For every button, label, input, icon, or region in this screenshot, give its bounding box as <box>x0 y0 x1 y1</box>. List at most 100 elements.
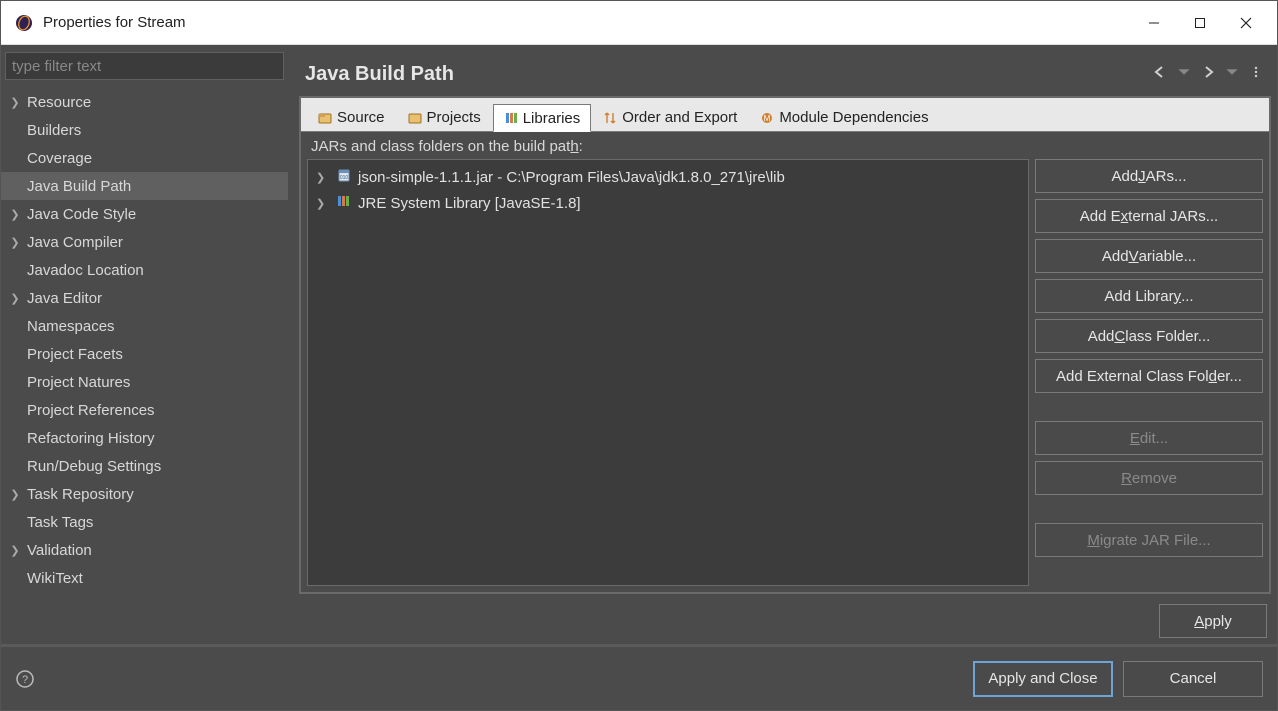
window-title: Properties for Stream <box>43 14 1131 31</box>
back-icon[interactable] <box>1151 63 1169 86</box>
chevron-right-icon: ❯ <box>5 236 25 249</box>
list-label: JARs and class folders on the build path… <box>301 132 1269 159</box>
help-icon[interactable]: ? <box>15 669 35 689</box>
apply-button[interactable]: Apply <box>1159 604 1267 638</box>
tab-module-dependencies[interactable]: M Module Dependencies <box>749 103 939 131</box>
minimize-button[interactable] <box>1131 7 1177 39</box>
source-icon <box>318 111 332 125</box>
sidebar-item-javadoc-location[interactable]: Javadoc Location <box>1 256 288 284</box>
add-variable-button[interactable]: Add Variable... <box>1035 239 1263 273</box>
sidebar-item-project-facets[interactable]: Project Facets <box>1 340 288 368</box>
migrate-jar-button: Migrate JAR File... <box>1035 523 1263 557</box>
chevron-right-icon: ❯ <box>316 197 330 210</box>
add-class-folder-button[interactable]: Add Class Folder... <box>1035 319 1263 353</box>
sidebar-item-project-natures[interactable]: Project Natures <box>1 368 288 396</box>
sidebar-item-label: Builders <box>25 122 81 139</box>
filter-input[interactable] <box>5 52 284 80</box>
chevron-right-icon: ❯ <box>5 488 25 501</box>
tabstrip: Source Projects Libraries Order and Expo… <box>301 98 1269 132</box>
sidebar-item-label: Coverage <box>25 150 92 167</box>
sidebar-item-validation[interactable]: ❯Validation <box>1 536 288 564</box>
dialog-footer: ? Apply and Close Cancel <box>1 644 1277 710</box>
sidebar-item-wikitext[interactable]: WikiText <box>1 564 288 592</box>
sidebar-item-label: Run/Debug Settings <box>25 458 161 475</box>
button-column: Add JARs... Add External JARs... Add Var… <box>1035 159 1263 586</box>
titlebar: Properties for Stream <box>1 1 1277 45</box>
library-icon <box>336 193 352 213</box>
libraries-tree[interactable]: ❯ 010 json-simple-1.1.1.jar - C:\Program F… <box>307 159 1029 586</box>
build-path-panel: Source Projects Libraries Order and Expo… <box>299 96 1271 594</box>
back-dropdown-icon[interactable] <box>1175 63 1193 86</box>
add-external-jars-button[interactable]: Add External JARs... <box>1035 199 1263 233</box>
chevron-right-icon: ❯ <box>5 544 25 557</box>
dialog-body: ❯ResourceBuildersCoverageJava Build Path… <box>1 45 1277 644</box>
forward-dropdown-icon[interactable] <box>1223 63 1241 86</box>
sidebar-item-label: Java Build Path <box>25 178 131 195</box>
sidebar-item-java-editor[interactable]: ❯Java Editor <box>1 284 288 312</box>
sidebar-item-refactoring-history[interactable]: Refactoring History <box>1 424 288 452</box>
forward-icon[interactable] <box>1199 63 1217 86</box>
sidebar-item-label: Project References <box>25 402 155 419</box>
library-entry-label: JRE System Library [JavaSE-1.8] <box>358 195 581 212</box>
sidebar-item-project-references[interactable]: Project References <box>1 396 288 424</box>
sidebar-item-task-repository[interactable]: ❯Task Repository <box>1 480 288 508</box>
sidebar-item-label: WikiText <box>25 570 83 587</box>
close-button[interactable] <box>1223 7 1269 39</box>
main-panel: Java Build Path Source <box>293 48 1277 644</box>
library-entry-label: json-simple-1.1.1.jar - C:\Program Files… <box>358 169 785 186</box>
svg-text:010: 010 <box>340 175 349 181</box>
chevron-right-icon: ❯ <box>5 208 25 221</box>
sidebar-item-builders[interactable]: Builders <box>1 116 288 144</box>
add-jars-button[interactable]: Add JARs... <box>1035 159 1263 193</box>
category-tree[interactable]: ❯ResourceBuildersCoverageJava Build Path… <box>1 84 288 644</box>
add-external-class-folder-button[interactable]: Add External Class Folder... <box>1035 359 1263 393</box>
sidebar-item-coverage[interactable]: Coverage <box>1 144 288 172</box>
tab-order-export[interactable]: Order and Export <box>592 103 748 131</box>
tab-source[interactable]: Source <box>307 103 396 131</box>
sidebar-item-java-compiler[interactable]: ❯Java Compiler <box>1 228 288 256</box>
libraries-icon <box>504 111 518 125</box>
apply-and-close-button[interactable]: Apply and Close <box>973 661 1113 697</box>
projects-icon <box>408 111 422 125</box>
maximize-button[interactable] <box>1177 7 1223 39</box>
library-entry[interactable]: ❯ JRE System Library [JavaSE-1.8] <box>308 190 1028 216</box>
window-controls <box>1131 7 1269 39</box>
svg-text:?: ? <box>22 674 28 686</box>
order-icon <box>603 111 617 125</box>
remove-button: Remove <box>1035 461 1263 495</box>
chevron-right-icon: ❯ <box>316 171 330 184</box>
properties-dialog: Properties for Stream ❯ResourceBuildersC… <box>0 0 1278 711</box>
tab-projects[interactable]: Projects <box>397 103 492 131</box>
sidebar-item-label: Project Natures <box>25 374 130 391</box>
svg-text:M: M <box>764 114 771 123</box>
chevron-right-icon: ❯ <box>5 96 25 109</box>
sidebar-item-task-tags[interactable]: Task Tags <box>1 508 288 536</box>
library-entry[interactable]: ❯ 010 json-simple-1.1.1.jar - C:\Program F… <box>308 164 1028 190</box>
sidebar-item-label: Refactoring History <box>25 430 155 447</box>
sidebar-item-label: Project Facets <box>25 346 123 363</box>
category-sidebar: ❯ResourceBuildersCoverageJava Build Path… <box>1 48 293 644</box>
sidebar-item-label: Javadoc Location <box>25 262 144 279</box>
eclipse-icon <box>15 14 33 32</box>
sidebar-item-label: Resource <box>25 94 91 111</box>
tab-libraries[interactable]: Libraries <box>493 104 592 132</box>
sidebar-item-label: Namespaces <box>25 318 115 335</box>
sidebar-item-java-code-style[interactable]: ❯Java Code Style <box>1 200 288 228</box>
module-icon: M <box>760 111 774 125</box>
sidebar-item-label: Task Tags <box>25 514 93 531</box>
sidebar-item-resource[interactable]: ❯Resource <box>1 88 288 116</box>
jar-icon: 010 <box>336 167 352 187</box>
sidebar-item-java-build-path[interactable]: Java Build Path <box>1 172 288 200</box>
sidebar-item-label: Validation <box>25 542 92 559</box>
menu-icon[interactable] <box>1247 63 1265 86</box>
cancel-button[interactable]: Cancel <box>1123 661 1263 697</box>
sidebar-item-namespaces[interactable]: Namespaces <box>1 312 288 340</box>
chevron-right-icon: ❯ <box>5 292 25 305</box>
header-toolbar <box>1151 63 1265 86</box>
page-title: Java Build Path <box>305 63 1151 86</box>
sidebar-item-run-debug-settings[interactable]: Run/Debug Settings <box>1 452 288 480</box>
add-library-button[interactable]: Add Library... <box>1035 279 1263 313</box>
edit-button: Edit... <box>1035 421 1263 455</box>
sidebar-item-label: Task Repository <box>25 486 134 503</box>
sidebar-item-label: Java Code Style <box>25 206 136 223</box>
